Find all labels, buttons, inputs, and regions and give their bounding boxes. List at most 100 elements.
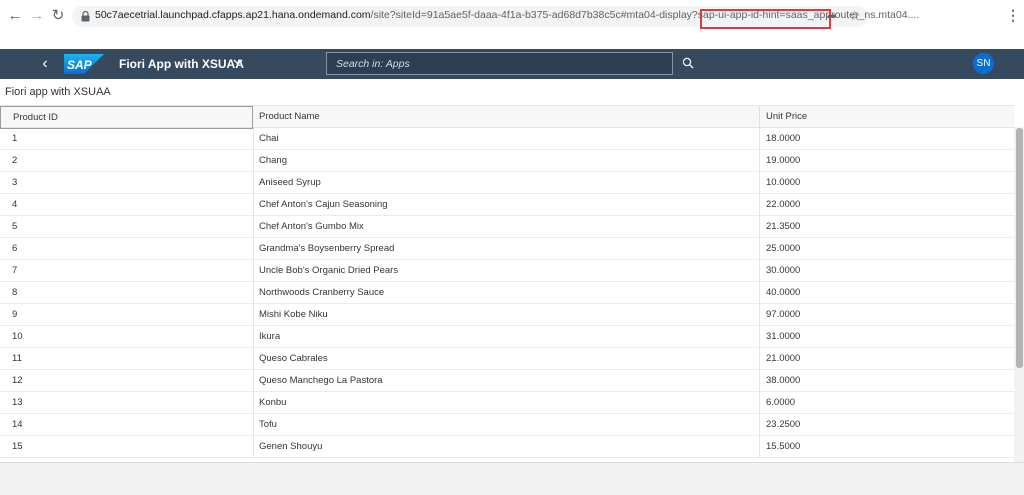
cell-unit-price: 31.0000 (766, 331, 801, 342)
column-header-unit-price[interactable]: Unit Price (754, 106, 1014, 129)
cell-unit-price: 21.0000 (766, 353, 801, 364)
cell-unit-price: 97.0000 (766, 309, 801, 320)
column-separator (253, 348, 254, 370)
cell-unit-price: 18.0000 (766, 133, 801, 144)
cell-product-name: Queso Cabrales (259, 353, 328, 364)
forward-arrow-icon[interactable]: → (28, 7, 46, 25)
cell-product-id: 5 (12, 221, 18, 232)
cell-product-name: Aniseed Syrup (259, 177, 321, 188)
column-separator (253, 216, 254, 238)
cell-unit-price: 19.0000 (766, 155, 801, 166)
search-input[interactable]: Search in: Apps (326, 52, 673, 75)
table-row[interactable]: 3 Aniseed Syrup 10.0000 (0, 172, 1014, 194)
cell-product-id: 6 (12, 243, 18, 254)
cell-product-name: Uncle Bob's Organic Dried Pears (259, 265, 399, 276)
column-separator (253, 392, 254, 414)
cell-product-id: 1 (12, 133, 18, 144)
column-separator (759, 304, 760, 326)
column-separator (759, 128, 760, 150)
cell-product-name: Mishi Kobe Niku (259, 309, 328, 320)
sap-logo[interactable]: SAP (64, 54, 104, 74)
column-separator (759, 348, 760, 370)
cell-product-id: 12 (12, 375, 23, 386)
cell-product-name: Tofu (259, 419, 277, 430)
cell-unit-price: 21.3500 (766, 221, 801, 232)
cell-product-id: 10 (12, 331, 23, 342)
table-row[interactable]: 1 Chai 18.0000 (0, 128, 1014, 150)
cell-product-id: 11 (12, 353, 22, 364)
cell-product-name: Queso Manchego La Pastora (259, 375, 383, 386)
column-separator (253, 128, 254, 150)
column-header-product-id[interactable]: Product ID (0, 106, 253, 129)
cell-product-name: Ikura (259, 331, 281, 342)
column-separator (759, 326, 760, 348)
cell-product-name: Chef Anton's Cajun Seasoning (259, 199, 388, 210)
column-separator (253, 436, 254, 458)
sap-logo-text: SAP (67, 58, 93, 72)
cell-product-id: 14 (12, 419, 23, 430)
column-separator (759, 194, 760, 216)
table-row[interactable]: 8 Northwoods Cranberry Sauce 40.0000 (0, 282, 1014, 304)
bookmark-star-icon[interactable]: ☆ (849, 8, 861, 24)
search-icon[interactable] (682, 57, 694, 69)
column-separator (759, 216, 760, 238)
browser-menu-icon[interactable]: ⋮ (1006, 7, 1020, 24)
table-row[interactable]: 7 Uncle Bob's Organic Dried Pears 30.0000 (0, 260, 1014, 282)
column-separator (253, 282, 254, 304)
app-title[interactable]: Fiori App with XSUAA (119, 57, 244, 71)
table-row[interactable]: 13 Konbu 6.0000 (0, 392, 1014, 414)
vertical-scrollbar-thumb[interactable] (1016, 128, 1023, 368)
cell-unit-price: 23.2500 (766, 419, 801, 430)
cell-product-name: Konbu (259, 397, 287, 408)
chevron-down-icon[interactable] (232, 56, 244, 68)
table-row[interactable]: 12 Queso Manchego La Pastora 38.0000 (0, 370, 1014, 392)
search-placeholder: Search in: Apps (336, 58, 410, 70)
column-separator (253, 150, 254, 172)
table-row[interactable]: 10 Ikura 31.0000 (0, 326, 1014, 348)
cell-unit-price: 40.0000 (766, 287, 801, 298)
table-header: Product ID Product Name Unit Price (0, 105, 1014, 129)
table-row[interactable]: 15 Genen Shouyu 15.5000 (0, 436, 1014, 458)
cell-product-name: Chai (259, 133, 279, 144)
column-separator (759, 414, 760, 436)
share-icon[interactable]: ➦ (827, 9, 841, 23)
cell-unit-price: 22.0000 (766, 199, 801, 210)
column-separator (253, 194, 254, 216)
avatar[interactable]: SN (973, 53, 994, 74)
cell-unit-price: 10.0000 (766, 177, 801, 188)
browser-toolbar: ← → ↻ 50c7aecetrial.launchpad.cfapps.ap2… (0, 0, 1024, 33)
column-separator (253, 172, 254, 194)
column-separator (253, 370, 254, 392)
table-row[interactable]: 6 Grandma's Boysenberry Spread 25.0000 (0, 238, 1014, 260)
cell-product-name: Genen Shouyu (259, 441, 323, 452)
cell-product-id: 4 (12, 199, 18, 210)
cell-product-id: 8 (12, 287, 18, 298)
shell-bar: ‹ SAP Fiori App with XSUAA Search in: Ap… (0, 49, 1024, 79)
cell-unit-price: 6.0000 (766, 397, 796, 408)
column-separator (759, 282, 760, 304)
column-separator (759, 172, 760, 194)
column-separator (253, 326, 254, 348)
table-row[interactable]: 4 Chef Anton's Cajun Seasoning 22.0000 (0, 194, 1014, 216)
shell-back-icon[interactable]: ‹ (37, 54, 53, 74)
back-arrow-icon[interactable]: ← (6, 7, 24, 25)
column-separator (759, 260, 760, 282)
cell-unit-price: 15.5000 (766, 441, 801, 452)
column-header-product-name[interactable]: Product Name (247, 106, 754, 129)
table-row[interactable]: 9 Mishi Kobe Niku 97.0000 (0, 304, 1014, 326)
table-row[interactable]: 14 Tofu 23.2500 (0, 414, 1014, 436)
table-row[interactable]: 11 Queso Cabrales 21.0000 (0, 348, 1014, 370)
cell-unit-price: 30.0000 (766, 265, 801, 276)
column-separator (759, 238, 760, 260)
cell-unit-price: 25.0000 (766, 243, 801, 254)
table-row[interactable]: 2 Chang 19.0000 (0, 150, 1014, 172)
reload-icon[interactable]: ↻ (49, 7, 67, 25)
cell-product-id: 2 (12, 155, 18, 166)
table-body: 1 Chai 18.0000 2 Chang 19.0000 3 Aniseed Syrup 1… (0, 128, 1014, 458)
cell-unit-price: 38.0000 (766, 375, 801, 386)
cell-product-id: 3 (12, 177, 18, 188)
table-row[interactable]: 5 Chef Anton's Gumbo Mix 21.3500 (0, 216, 1014, 238)
url-highlight-box (700, 9, 831, 29)
column-separator (759, 436, 760, 458)
cell-product-name: Chang (259, 155, 287, 166)
